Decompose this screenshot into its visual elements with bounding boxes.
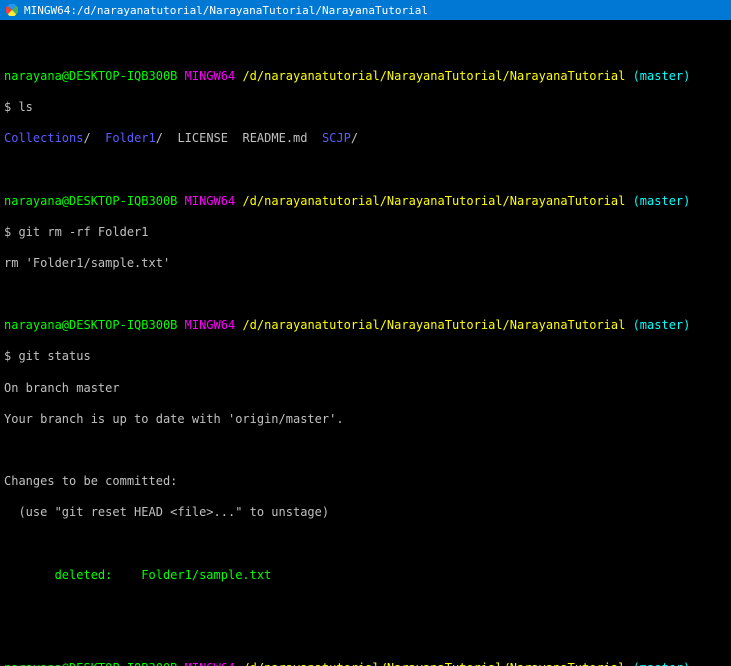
- blank-line: [4, 287, 727, 303]
- command-line: $ git status: [4, 349, 727, 365]
- terminal[interactable]: narayana@DESKTOP-IQB300B MINGW64 /d/nara…: [0, 20, 731, 666]
- blank-line: [4, 630, 727, 646]
- prompt-line: narayana@DESKTOP-IQB300B MINGW64 /d/nara…: [4, 318, 727, 334]
- command-line: $ ls: [4, 100, 727, 116]
- output-line: Your branch is up to date with 'origin/m…: [4, 412, 727, 428]
- output-line: (use "git reset HEAD <file>..." to unsta…: [4, 505, 727, 521]
- blank-line: [4, 443, 727, 459]
- blank-line: [4, 599, 727, 615]
- output-line: Changes to be committed:: [4, 474, 727, 490]
- prompt-line: narayana@DESKTOP-IQB300B MINGW64 /d/nara…: [4, 194, 727, 210]
- output-line: rm 'Folder1/sample.txt': [4, 256, 727, 272]
- output-line: On branch master: [4, 381, 727, 397]
- titlebar: MINGW64:/d/narayanatutorial/NarayanaTuto…: [0, 0, 731, 20]
- prompt-line: narayana@DESKTOP-IQB300B MINGW64 /d/nara…: [4, 69, 727, 85]
- prompt-line: narayana@DESKTOP-IQB300B MINGW64 /d/nara…: [4, 661, 727, 666]
- blank-line: [4, 162, 727, 178]
- command-line: $ git rm -rf Folder1: [4, 225, 727, 241]
- blank-line: [4, 38, 727, 54]
- git-bash-icon: [6, 4, 18, 16]
- window-title: MINGW64:/d/narayanatutorial/NarayanaTuto…: [24, 4, 428, 17]
- blank-line: [4, 537, 727, 553]
- output-line: deleted: Folder1/sample.txt: [4, 568, 727, 584]
- output-line: Collections/ Folder1/ LICENSE README.md …: [4, 131, 727, 147]
